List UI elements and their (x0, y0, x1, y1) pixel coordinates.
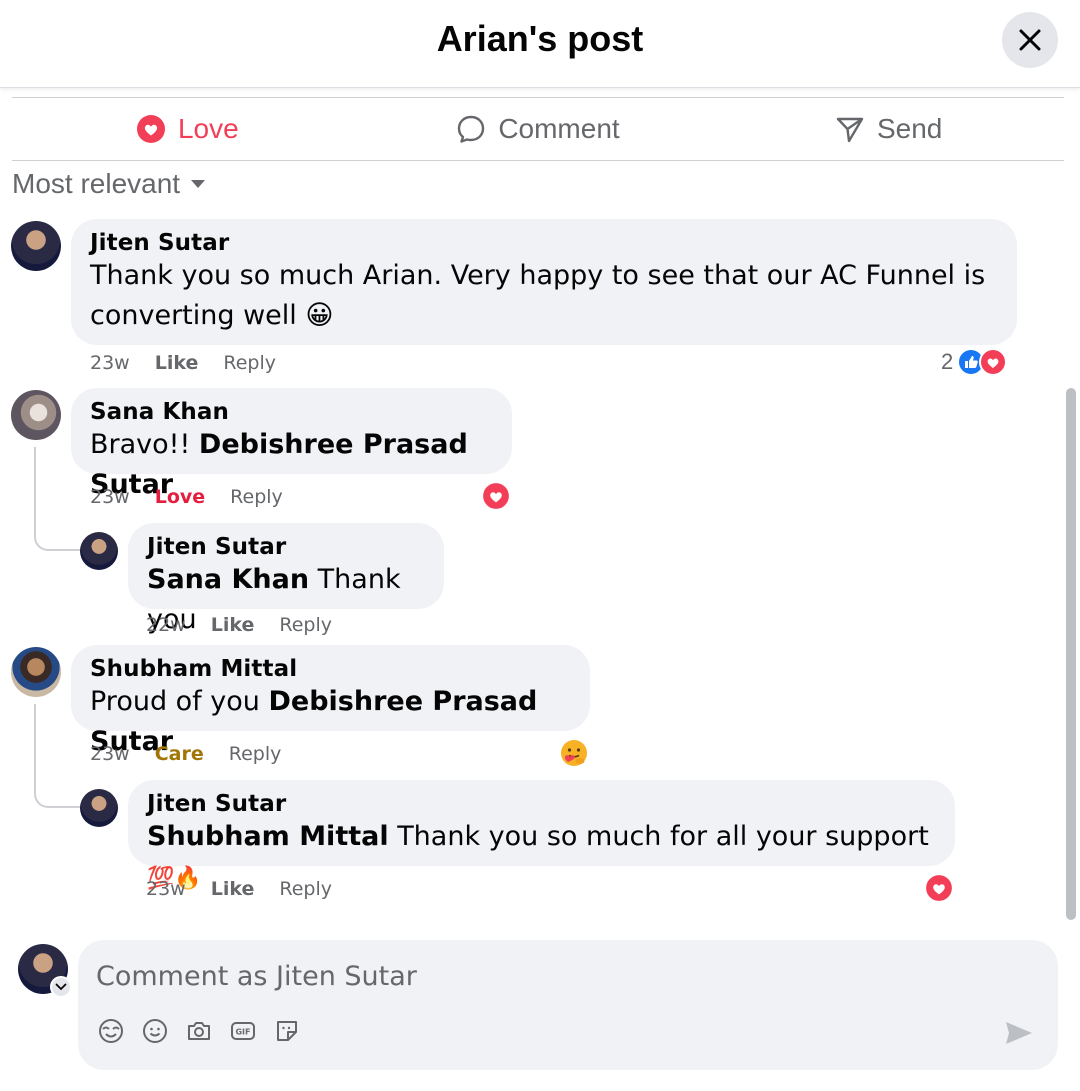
comment-meta: 23w Like Reply (146, 878, 332, 900)
avatar-sticker-icon[interactable] (98, 1018, 124, 1044)
reply-bubble: Jiten Sutar Sana Khan Thank you (128, 523, 444, 635)
like-button[interactable]: Like (211, 878, 255, 900)
comment-bubble: Shubham Mittal Proud of you Debishree Pr… (71, 645, 590, 757)
close-button[interactable] (1002, 12, 1058, 68)
reaction-summary[interactable] (481, 481, 511, 511)
love-button[interactable]: Love (12, 98, 363, 160)
caret-down-icon (191, 180, 206, 188)
avatar[interactable] (11, 221, 61, 271)
avatar[interactable] (11, 390, 61, 440)
love-reaction-icon (481, 481, 511, 511)
close-icon (1019, 29, 1041, 51)
camera-icon[interactable] (186, 1018, 212, 1044)
love-reaction-icon (979, 348, 1008, 376)
heart-icon (136, 114, 166, 144)
send-icon (835, 114, 865, 144)
care-reaction-button[interactable]: Care (155, 743, 204, 765)
care-reaction-icon (561, 740, 587, 766)
reaction-count: 2 (941, 349, 954, 374)
comment-bubble: Sana Khan Bravo!! Debishree Prasad Sutar (71, 388, 512, 500)
emoji-icon[interactable] (142, 1018, 168, 1044)
sort-label: Most relevant (12, 168, 181, 199)
reaction-summary[interactable]: 2 (941, 348, 1008, 376)
comment-meta: 23w Care Reply (90, 743, 281, 765)
comment-meta: 22w Like Reply (146, 614, 332, 636)
comment-meta: 23w Love Reply (90, 486, 283, 508)
comment-author[interactable]: Jiten Sutar (147, 791, 936, 817)
reply-button[interactable]: Reply (223, 352, 276, 374)
send-label: Send (876, 113, 943, 144)
love-reaction-button[interactable]: Love (155, 486, 205, 508)
mention-link[interactable]: Sana Khan (147, 564, 309, 595)
submit-arrow-icon[interactable] (1004, 1020, 1034, 1046)
svg-text:GIF: GIF (235, 1028, 250, 1037)
sticker-icon[interactable] (274, 1018, 300, 1044)
comment-button[interactable]: Comment (363, 98, 714, 160)
comment-composer: GIF (78, 940, 1058, 1070)
avatar[interactable] (11, 647, 61, 697)
mention-link[interactable]: Shubham Mittal (147, 821, 389, 852)
comment-meta: 23w Like Reply (90, 352, 276, 374)
composer-avatar[interactable] (18, 944, 72, 998)
comment-bubble: Jiten Sutar Thank you so much Arian. Ver… (71, 219, 1017, 345)
reply-button[interactable]: Reply (229, 743, 282, 765)
avatar[interactable] (80, 789, 118, 827)
love-reaction-icon (924, 873, 954, 903)
gif-icon[interactable]: GIF (230, 1018, 256, 1044)
comment-input[interactable] (96, 956, 976, 996)
post-action-bar: Love Comment Send (12, 97, 1064, 161)
reply-button[interactable]: Reply (279, 614, 332, 636)
sort-dropdown[interactable]: Most relevant (12, 168, 206, 200)
comment-text: Thank you so much Arian. Very happy to s… (90, 260, 986, 331)
composer-toolbar: GIF (98, 1018, 300, 1044)
comment-time[interactable]: 23w (90, 743, 130, 765)
comment-author[interactable]: Shubham Mittal (90, 656, 571, 682)
reply-button[interactable]: Reply (279, 878, 332, 900)
comment-time[interactable]: 23w (90, 352, 130, 374)
comment-label: Comment (498, 113, 620, 144)
send-button[interactable]: Send (713, 98, 1064, 160)
love-label: Love (177, 113, 239, 144)
chevron-down-icon[interactable] (50, 976, 72, 998)
reply-button[interactable]: Reply (230, 486, 283, 508)
comment-author[interactable]: Jiten Sutar (147, 534, 425, 560)
comment-time[interactable]: 22w (146, 614, 186, 636)
scrollbar-thumb[interactable] (1066, 388, 1076, 920)
reply-bubble: Jiten Sutar Shubham Mittal Thank you so … (128, 780, 955, 891)
avatar[interactable] (80, 532, 118, 570)
comment-author[interactable]: Sana Khan (90, 399, 493, 425)
grinning-emoji: 😀 (305, 300, 334, 331)
comment-author[interactable]: Jiten Sutar (90, 230, 998, 256)
comment-icon (456, 114, 486, 144)
comment-time[interactable]: 23w (146, 878, 186, 900)
like-button[interactable]: Like (155, 352, 199, 374)
reaction-summary[interactable] (924, 873, 954, 903)
comment-time[interactable]: 23w (90, 486, 130, 508)
reaction-summary[interactable] (558, 737, 590, 769)
dialog-header: Arian's post (0, 0, 1080, 88)
page-title: Arian's post (436, 18, 644, 59)
like-button[interactable]: Like (211, 614, 255, 636)
